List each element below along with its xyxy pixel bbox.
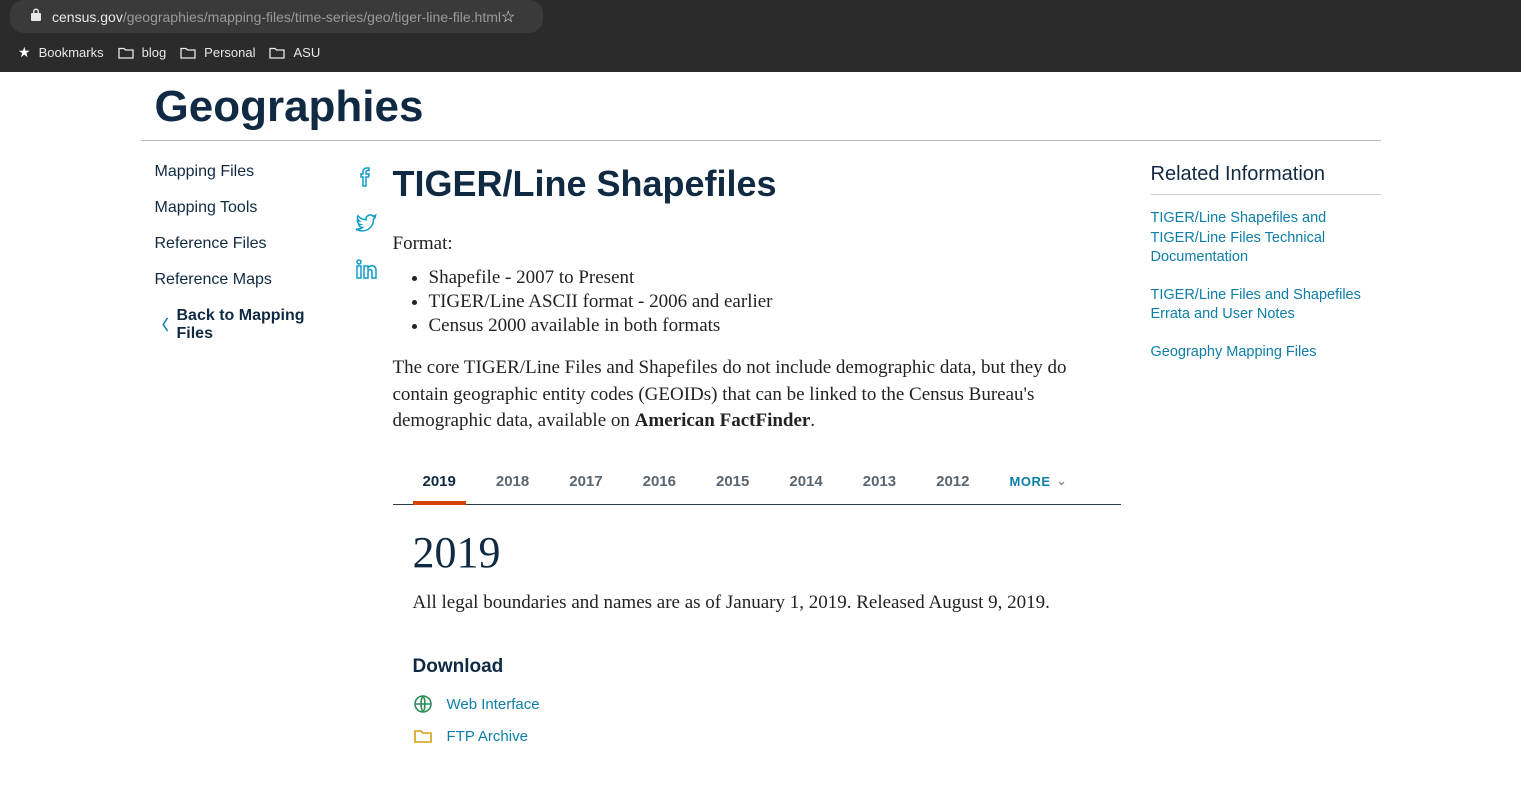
- bookmark-star-icon[interactable]: ☆: [501, 7, 523, 27]
- related-heading: Related Information: [1151, 163, 1381, 195]
- tab-2016[interactable]: 2016: [643, 459, 676, 504]
- chevron-down-icon: ⌄: [1057, 474, 1068, 488]
- format-list: Shapefile - 2007 to Present TIGER/Line A…: [393, 267, 1121, 337]
- format-item: Census 2000 available in both formats: [429, 315, 1121, 337]
- tab-2015[interactable]: 2015: [716, 459, 749, 504]
- tab-2012[interactable]: 2012: [936, 459, 969, 504]
- tab-2018[interactable]: 2018: [496, 459, 529, 504]
- year-description: All legal boundaries and names are as of…: [393, 590, 1121, 617]
- format-item: Shapefile - 2007 to Present: [429, 267, 1121, 289]
- chevron-left-icon: 〈: [155, 315, 169, 335]
- folder-icon: [269, 46, 285, 60]
- back-link[interactable]: 〈 Back to Mapping Files: [155, 307, 339, 343]
- bookmark-folder-personal[interactable]: Personal: [180, 45, 255, 60]
- bookmark-folder-asu[interactable]: ASU: [269, 45, 320, 60]
- url-text: census.gov/geographies/mapping-files/tim…: [52, 9, 501, 25]
- linkedin-icon[interactable]: [354, 257, 378, 281]
- year-tabs: 2019 2018 2017 2016 2015 2014 2013 2012 …: [393, 459, 1121, 505]
- format-item: TIGER/Line ASCII format - 2006 and earli…: [429, 291, 1121, 313]
- nav-mapping-tools[interactable]: Mapping Tools: [155, 199, 339, 217]
- bookmarks-bar: ★ Bookmarks blog Personal ASU: [0, 33, 1521, 72]
- main-content: TIGER/Line Shapefiles Format: Shapefile …: [393, 163, 1145, 758]
- bookmarks-button[interactable]: ★ Bookmarks: [18, 44, 104, 61]
- left-nav: Mapping Files Mapping Tools Reference Fi…: [141, 163, 339, 758]
- bookmark-folder-blog[interactable]: blog: [118, 45, 167, 60]
- social-share: [339, 163, 393, 758]
- facebook-icon[interactable]: [354, 165, 378, 189]
- download-heading: Download: [393, 656, 1121, 678]
- related-link[interactable]: TIGER/Line Files and Shapefiles Errata a…: [1151, 286, 1381, 325]
- folder-icon: [118, 46, 134, 60]
- page-title: Geographies: [141, 72, 1381, 140]
- tab-2014[interactable]: 2014: [789, 459, 822, 504]
- tab-2013[interactable]: 2013: [863, 459, 896, 504]
- folder-icon: [413, 726, 433, 746]
- folder-icon: [180, 46, 196, 60]
- download-ftp-archive[interactable]: FTP Archive: [393, 726, 1121, 746]
- related-link[interactable]: Geography Mapping Files: [1151, 343, 1381, 363]
- selected-year-heading: 2019: [393, 527, 1121, 578]
- description: The core TIGER/Line Files and Shapefiles…: [393, 355, 1121, 435]
- lock-icon: [30, 8, 42, 25]
- more-button[interactable]: MORE ⌄: [1010, 460, 1068, 503]
- nav-reference-files[interactable]: Reference Files: [155, 235, 339, 253]
- section-title: TIGER/Line Shapefiles: [393, 163, 1121, 205]
- format-label: Format:: [393, 233, 1121, 255]
- tab-2017[interactable]: 2017: [569, 459, 602, 504]
- star-icon: ★: [18, 44, 31, 61]
- related-info: Related Information TIGER/Line Shapefile…: [1145, 163, 1381, 758]
- globe-icon: [413, 694, 433, 714]
- nav-reference-maps[interactable]: Reference Maps: [155, 271, 339, 289]
- twitter-icon[interactable]: [354, 211, 378, 235]
- tab-2019[interactable]: 2019: [423, 459, 456, 504]
- nav-mapping-files[interactable]: Mapping Files: [155, 163, 339, 181]
- related-link[interactable]: TIGER/Line Shapefiles and TIGER/Line Fil…: [1151, 209, 1381, 268]
- bookmarks-label: Bookmarks: [39, 45, 104, 60]
- url-bar[interactable]: census.gov/geographies/mapping-files/tim…: [10, 0, 543, 33]
- download-web-interface[interactable]: Web Interface: [393, 694, 1121, 714]
